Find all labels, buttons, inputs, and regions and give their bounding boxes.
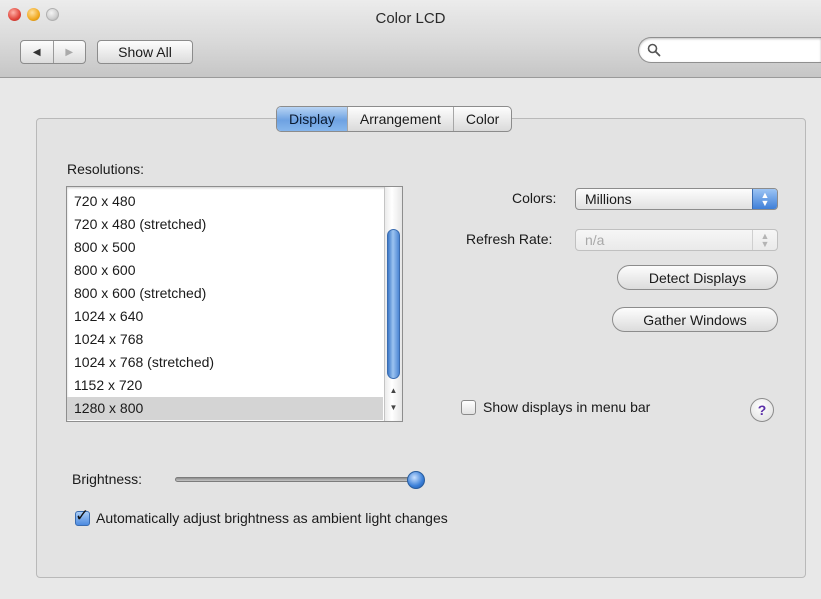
tab-color[interactable]: Color — [452, 107, 511, 131]
window-title: Color LCD — [375, 10, 446, 27]
forward-arrow-icon: ▶ — [65, 46, 74, 58]
colors-label: Colors: — [512, 190, 557, 206]
auto-brightness-label[interactable]: Automatically adjust brightness as ambie… — [96, 510, 448, 526]
popup-arrows-icon: ▲ ▼ — [752, 230, 777, 250]
resolutions-list[interactable]: 720 x 480 720 x 480 (stretched) 800 x 50… — [66, 186, 403, 422]
list-item[interactable]: 1024 x 768 (stretched) — [67, 351, 383, 374]
preferences-window: Color LCD ◀ ▶ Show All Display Arrangeme… — [0, 0, 821, 599]
refresh-rate-popup: n/a ▲ ▼ — [575, 229, 778, 251]
gather-windows-button[interactable]: Gather Windows — [612, 307, 778, 332]
list-item[interactable]: 1152 x 720 — [67, 374, 383, 397]
show-displays-label[interactable]: Show displays in menu bar — [483, 399, 650, 415]
checkmark-icon: ✓ — [75, 506, 90, 525]
refresh-rate-label: Refresh Rate: — [466, 231, 553, 247]
resolutions-scrollbar[interactable]: ▲ ▼ — [384, 187, 402, 421]
back-forward-control: ◀ ▶ — [20, 40, 86, 64]
search-icon — [647, 43, 661, 57]
tab-display[interactable]: Display — [277, 107, 347, 131]
list-item[interactable]: 800 x 500 — [67, 236, 383, 259]
list-item[interactable]: 800 x 600 — [67, 259, 383, 282]
refresh-rate-value: n/a — [585, 232, 605, 248]
back-arrow-icon: ◀ — [32, 46, 41, 58]
help-button[interactable]: ? — [750, 398, 774, 422]
list-item-selected[interactable]: 1280 x 800 — [67, 397, 383, 420]
resolutions-label: Resolutions: — [67, 161, 145, 177]
search-input[interactable] — [638, 37, 821, 63]
brightness-slider-track[interactable] — [175, 477, 415, 482]
back-button[interactable]: ◀ — [21, 41, 53, 63]
brightness-label: Brightness: — [72, 471, 143, 487]
resolutions-rows: 720 x 480 720 x 480 (stretched) 800 x 50… — [67, 190, 383, 420]
list-item[interactable]: 1024 x 640 — [67, 305, 383, 328]
show-displays-checkbox[interactable] — [461, 400, 476, 415]
tab-bar: Display Arrangement Color — [276, 106, 513, 132]
scrollbar-thumb[interactable] — [387, 229, 400, 379]
list-item[interactable]: 800 x 600 (stretched) — [67, 282, 383, 305]
list-item[interactable]: 1024 x 768 — [67, 328, 383, 351]
detect-displays-button[interactable]: Detect Displays — [617, 265, 778, 290]
question-mark-icon: ? — [757, 402, 767, 418]
scroll-up-arrow-icon[interactable]: ▲ — [385, 383, 402, 397]
tab-arrangement[interactable]: Arrangement — [346, 107, 453, 131]
title-toolbar: Color LCD ◀ ▶ Show All — [0, 0, 821, 78]
list-item[interactable]: 720 x 480 — [67, 190, 383, 213]
show-all-button[interactable]: Show All — [97, 40, 193, 64]
list-item[interactable]: 720 x 480 (stretched) — [67, 213, 383, 236]
colors-popup[interactable]: Millions ▲ ▼ — [575, 188, 778, 210]
colors-value: Millions — [585, 191, 632, 207]
brightness-slider-knob[interactable] — [407, 471, 425, 489]
auto-brightness-checkbox[interactable]: ✓ — [75, 506, 90, 526]
scroll-down-arrow-icon[interactable]: ▼ — [385, 400, 402, 414]
popup-arrows-icon: ▲ ▼ — [752, 189, 777, 209]
forward-button[interactable]: ▶ — [52, 41, 86, 63]
